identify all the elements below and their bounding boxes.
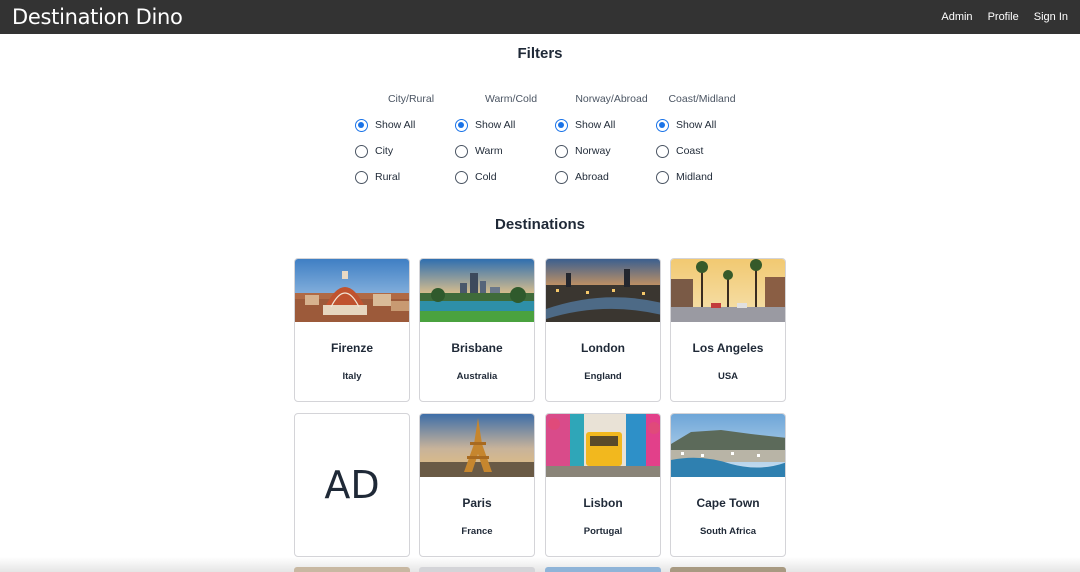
radio-icon[interactable]	[455, 170, 468, 184]
option-label: Cold	[475, 171, 497, 184]
radio-icon[interactable]	[455, 144, 468, 158]
filters-heading: Filters	[517, 45, 563, 62]
option-label: Show All	[575, 119, 616, 132]
option-label: Show All	[676, 119, 717, 132]
filter-group-warm-cold: Warm/Cold Show All Warm Cold	[455, 92, 555, 191]
filter-option-norway[interactable]: Norway	[555, 138, 656, 164]
brand-logo[interactable]: Destination Dino	[12, 5, 183, 29]
option-label: Abroad	[575, 171, 609, 184]
radio-icon[interactable]	[656, 170, 669, 184]
card-city: London	[581, 341, 625, 355]
filter-option-show-all[interactable]: Show All	[355, 112, 455, 138]
filter-option-show-all[interactable]: Show All	[656, 112, 736, 138]
radio-checked-icon[interactable]	[355, 118, 368, 132]
card-city: Los Angeles	[692, 341, 764, 355]
card-country: South Africa	[699, 526, 757, 537]
radio-checked-icon[interactable]	[455, 118, 468, 132]
lisbon-tram-photo	[546, 414, 660, 477]
destination-card-paris[interactable]: Paris France	[419, 413, 535, 557]
option-label: Norway	[575, 145, 611, 158]
card-country: England	[584, 371, 622, 382]
filter-option-coast[interactable]: Coast	[656, 138, 736, 164]
radio-checked-icon[interactable]	[656, 118, 669, 132]
filter-group-label: Norway/Abroad	[575, 93, 648, 105]
nav-profile-link[interactable]: Profile	[988, 11, 1019, 23]
eiffel-tower-photo	[420, 414, 534, 477]
option-label: Warm	[475, 145, 503, 158]
card-country: Portugal	[583, 526, 623, 537]
next-row-card-peek	[670, 567, 786, 572]
option-label: Show All	[475, 119, 516, 132]
option-label: Rural	[375, 171, 401, 184]
filter-group-label: Warm/Cold	[484, 93, 538, 105]
advertisement-card[interactable]: AD	[294, 413, 410, 557]
destination-card-cape-town[interactable]: Cape Town South Africa	[670, 413, 786, 557]
filter-option-warm[interactable]: Warm	[455, 138, 555, 164]
cape-town-aerial-photo	[671, 414, 785, 477]
filter-option-city[interactable]: City	[355, 138, 455, 164]
brisbane-river-photo	[420, 259, 534, 322]
card-city: Paris	[462, 496, 492, 510]
filter-group-city-rural: City/Rural Show All City Rural	[355, 92, 455, 191]
card-country: France	[461, 526, 493, 537]
destination-card-london[interactable]: London England	[545, 258, 661, 402]
filter-option-cold[interactable]: Cold	[455, 164, 555, 190]
filter-group-label: Coast/Midland	[668, 93, 736, 105]
radio-icon[interactable]	[555, 144, 568, 158]
filter-option-midland[interactable]: Midland	[656, 164, 736, 190]
card-country: USA	[717, 371, 739, 382]
ad-label: AD	[324, 463, 380, 507]
option-label: Show All	[375, 119, 416, 132]
option-label: Coast	[676, 145, 704, 158]
filter-option-rural[interactable]: Rural	[355, 164, 455, 190]
destination-card-los-angeles[interactable]: Los Angeles USA	[670, 258, 786, 402]
next-row-card-peek	[419, 567, 535, 572]
card-country: Italy	[342, 371, 362, 382]
scroll-fade	[0, 557, 1080, 572]
la-palm-street-photo	[671, 259, 785, 322]
london-skyline-photo	[546, 259, 660, 322]
destinations-heading: Destinations	[494, 216, 585, 233]
next-row-card-peek	[294, 567, 410, 572]
destination-card-firenze[interactable]: Firenze Italy	[294, 258, 410, 402]
radio-checked-icon[interactable]	[555, 118, 568, 132]
top-navbar: Destination Dino Admin Profile Sign In	[0, 0, 1080, 34]
nav-sign-in-link[interactable]: Sign In	[1034, 11, 1068, 23]
card-city: Lisbon	[583, 496, 623, 510]
filter-group-norway-abroad: Norway/Abroad Show All Norway Abroad	[555, 92, 656, 191]
card-city: Brisbane	[451, 341, 503, 355]
nav-admin-link[interactable]: Admin	[941, 11, 972, 23]
nav-links: Admin Profile Sign In	[926, 11, 1068, 23]
option-label: Midland	[676, 171, 713, 184]
radio-icon[interactable]	[555, 170, 568, 184]
filter-option-show-all[interactable]: Show All	[555, 112, 656, 138]
florence-dome-photo	[295, 259, 409, 322]
filter-group-coast-midland: Coast/Midland Show All Coast Midland	[656, 92, 736, 191]
card-city: Firenze	[330, 341, 373, 355]
filters-panel: City/Rural Show All City Rural Warm/Cold…	[355, 92, 736, 191]
filter-option-abroad[interactable]: Abroad	[555, 164, 656, 190]
option-label: City	[375, 145, 394, 158]
filter-option-show-all[interactable]: Show All	[455, 112, 555, 138]
radio-icon[interactable]	[656, 144, 669, 158]
destination-card-brisbane[interactable]: Brisbane Australia	[419, 258, 535, 402]
card-country: Australia	[456, 371, 498, 382]
radio-icon[interactable]	[355, 170, 368, 184]
filter-group-label: City/Rural	[387, 93, 435, 105]
card-city: Cape Town	[696, 496, 760, 510]
destination-card-lisbon[interactable]: Lisbon Portugal	[545, 413, 661, 557]
next-row-card-peek	[545, 567, 661, 572]
radio-icon[interactable]	[355, 144, 368, 158]
